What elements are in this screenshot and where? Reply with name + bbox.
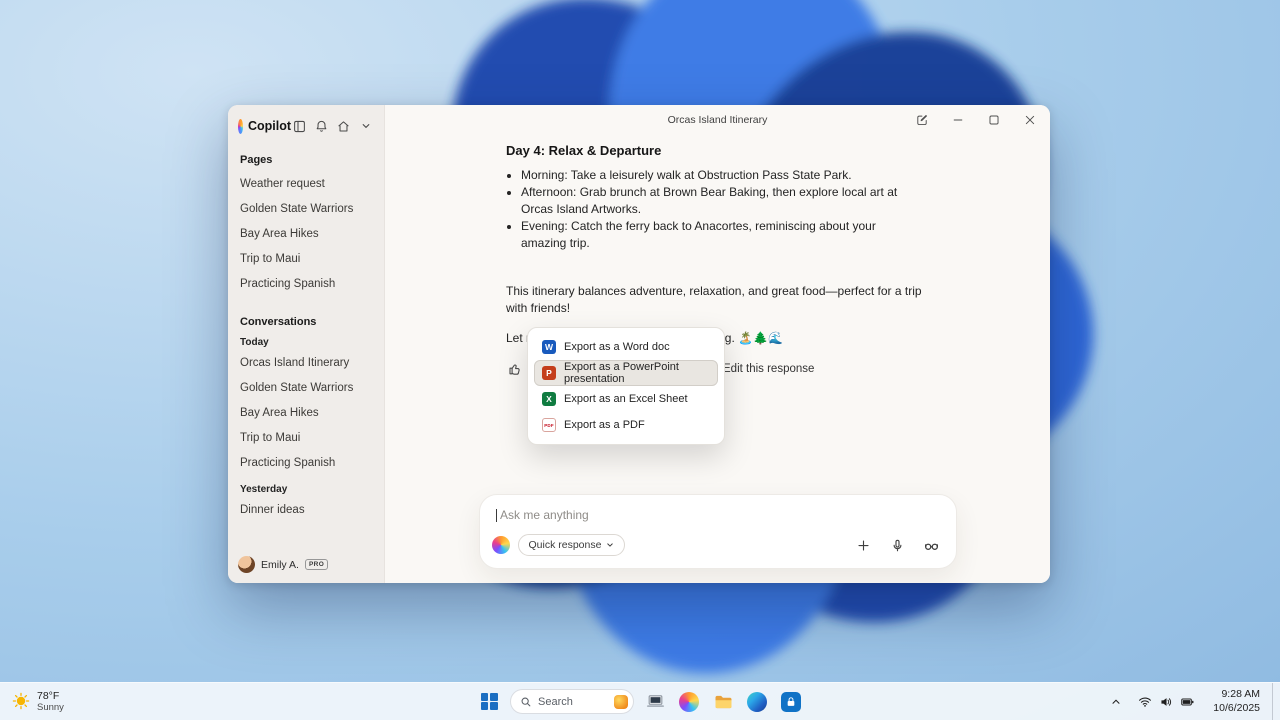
powerpoint-icon: P bbox=[542, 366, 556, 380]
sidebar-conversation-item[interactable]: Bay Area Hikes bbox=[228, 400, 384, 425]
copilot-window: Copilot Pages Weather request Golden Sta… bbox=[228, 105, 1050, 583]
weather-temp: 78°F bbox=[37, 689, 60, 702]
sidebar-page-item[interactable]: Golden State Warriors bbox=[228, 196, 384, 221]
weather-widget[interactable]: 78°F Sunny bbox=[0, 690, 76, 714]
pdf-icon: PDF bbox=[542, 418, 556, 432]
chevron-down-icon bbox=[607, 543, 614, 547]
response-mode-selector[interactable]: Quick response bbox=[517, 534, 626, 556]
clock-widget[interactable]: 9:28 AM 10/6/2025 bbox=[1205, 688, 1268, 714]
excel-icon: X bbox=[542, 392, 556, 406]
sidebar-page-item[interactable]: Practicing Spanish bbox=[228, 271, 384, 296]
brand-name: Copilot bbox=[247, 119, 291, 133]
plus-icon[interactable] bbox=[855, 537, 872, 554]
copilot-logo-icon bbox=[238, 118, 243, 134]
notifications-bell-icon[interactable] bbox=[313, 118, 330, 135]
window-titlebar: Orcas Island Itinerary bbox=[385, 105, 1050, 135]
message-input[interactable]: Ask me anything bbox=[480, 495, 956, 527]
sidebar-page-item[interactable]: Bay Area Hikes bbox=[228, 221, 384, 246]
pro-badge: PRO bbox=[304, 559, 329, 570]
weather-condition: Sunny bbox=[37, 702, 64, 714]
maximize-button[interactable] bbox=[986, 112, 1002, 128]
sidebar-conversation-item[interactable]: Dinner ideas bbox=[228, 497, 384, 522]
windows-logo-icon bbox=[480, 693, 498, 710]
hidden-icons-chevron[interactable] bbox=[1110, 696, 1122, 708]
profile-name: Emily A. bbox=[261, 558, 299, 571]
message-bullet-list: Morning: Take a leisurely walk at Obstru… bbox=[506, 167, 918, 251]
volume-icon bbox=[1161, 697, 1172, 706]
bullet-item: Evening: Catch the ferry back to Anacort… bbox=[521, 218, 918, 251]
search-placeholder: Search bbox=[538, 695, 573, 708]
sidebar-conversation-item[interactable]: Practicing Spanish bbox=[228, 450, 384, 475]
sidebar-conversation-item[interactable]: Orcas Island Itinerary bbox=[228, 350, 384, 375]
window-title: Orcas Island Itinerary bbox=[667, 114, 768, 126]
bullet-item: Afternoon: Grab brunch at Brown Bear Bak… bbox=[521, 184, 918, 217]
message-summary: This itinerary balances adventure, relax… bbox=[506, 284, 922, 315]
composer: Ask me anything Quick response bbox=[478, 494, 957, 569]
search-highlights-icon bbox=[614, 694, 628, 709]
profile-button[interactable]: Emily A. PRO bbox=[238, 556, 329, 573]
battery-icon bbox=[1181, 698, 1194, 705]
compose-icon[interactable] bbox=[914, 112, 930, 128]
system-tray[interactable] bbox=[1132, 695, 1201, 709]
thumbs-up-icon[interactable] bbox=[506, 361, 523, 378]
tray-time: 9:28 AM bbox=[1221, 688, 1260, 701]
copilot-app-icon[interactable] bbox=[676, 689, 702, 715]
sidebar-conversation-item[interactable]: Golden State Warriors bbox=[228, 375, 384, 400]
sidebar-page-item[interactable]: Trip to Maui bbox=[228, 246, 384, 271]
taskbar-search-input[interactable]: Search bbox=[510, 689, 634, 714]
taskbar: 78°F Sunny Search 9:28 AM 10/6/2025 bbox=[0, 682, 1280, 720]
edit-response-label: Edit this response bbox=[723, 363, 815, 376]
word-icon: W bbox=[542, 340, 556, 354]
menu-item-label: Export as an Excel Sheet bbox=[564, 393, 688, 405]
pages-icon[interactable] bbox=[291, 118, 308, 135]
search-icon bbox=[521, 697, 531, 706]
wifi-icon bbox=[1139, 697, 1152, 707]
tray-date: 10/6/2025 bbox=[1213, 701, 1260, 714]
pages-section-header: Pages bbox=[240, 154, 273, 166]
composer-toolbar: Quick response bbox=[480, 527, 956, 568]
sidebar-header: Copilot bbox=[228, 113, 384, 139]
start-button[interactable] bbox=[476, 689, 502, 715]
sun-icon bbox=[12, 693, 30, 710]
sidebar-page-item[interactable]: Weather request bbox=[228, 171, 384, 196]
conversations-section-header: Conversations bbox=[240, 316, 317, 328]
laptop-app-icon[interactable] bbox=[642, 689, 668, 715]
menu-item-export-powerpoint[interactable]: P Export as a PowerPoint presentation bbox=[534, 360, 718, 386]
export-menu: W Export as a Word doc P Export as a Pow… bbox=[527, 327, 725, 445]
file-explorer-icon[interactable] bbox=[710, 689, 736, 715]
avatar bbox=[238, 556, 255, 573]
menu-item-label: Export as a PDF bbox=[564, 419, 645, 431]
menu-item-export-word[interactable]: W Export as a Word doc bbox=[534, 334, 718, 360]
home-icon[interactable] bbox=[335, 118, 352, 135]
menu-item-export-pdf[interactable]: PDF Export as a PDF bbox=[534, 412, 718, 438]
menu-item-label: Export as a PowerPoint presentation bbox=[564, 361, 679, 385]
menu-item-label: Export as a Word doc bbox=[564, 341, 670, 353]
chevron-down-icon[interactable] bbox=[357, 118, 374, 135]
chat-pane: Orcas Island Itinerary Day 4: Relax & De… bbox=[385, 105, 1050, 583]
input-placeholder: Ask me anything bbox=[500, 508, 589, 522]
message-heading: Day 4: Relax & Departure bbox=[506, 143, 662, 158]
microsoft-store-icon[interactable] bbox=[778, 689, 804, 715]
minimize-button[interactable] bbox=[950, 112, 966, 128]
bullet-item: Morning: Take a leisurely walk at Obstru… bbox=[521, 167, 918, 183]
voice-mode-icon[interactable] bbox=[923, 537, 940, 554]
response-mode-label: Quick response bbox=[528, 539, 602, 551]
edge-icon[interactable] bbox=[744, 689, 770, 715]
microphone-icon[interactable] bbox=[889, 537, 906, 554]
yesterday-subheader: Yesterday bbox=[240, 484, 288, 495]
menu-item-export-excel[interactable]: X Export as an Excel Sheet bbox=[534, 386, 718, 412]
close-button[interactable] bbox=[1022, 112, 1038, 128]
text-caret bbox=[495, 508, 497, 522]
show-desktop-button[interactable] bbox=[1272, 682, 1276, 720]
sidebar: Copilot Pages Weather request Golden Sta… bbox=[228, 105, 385, 583]
copilot-logo-icon bbox=[491, 536, 510, 554]
sidebar-conversation-item[interactable]: Trip to Maui bbox=[228, 425, 384, 450]
today-subheader: Today bbox=[240, 337, 269, 348]
